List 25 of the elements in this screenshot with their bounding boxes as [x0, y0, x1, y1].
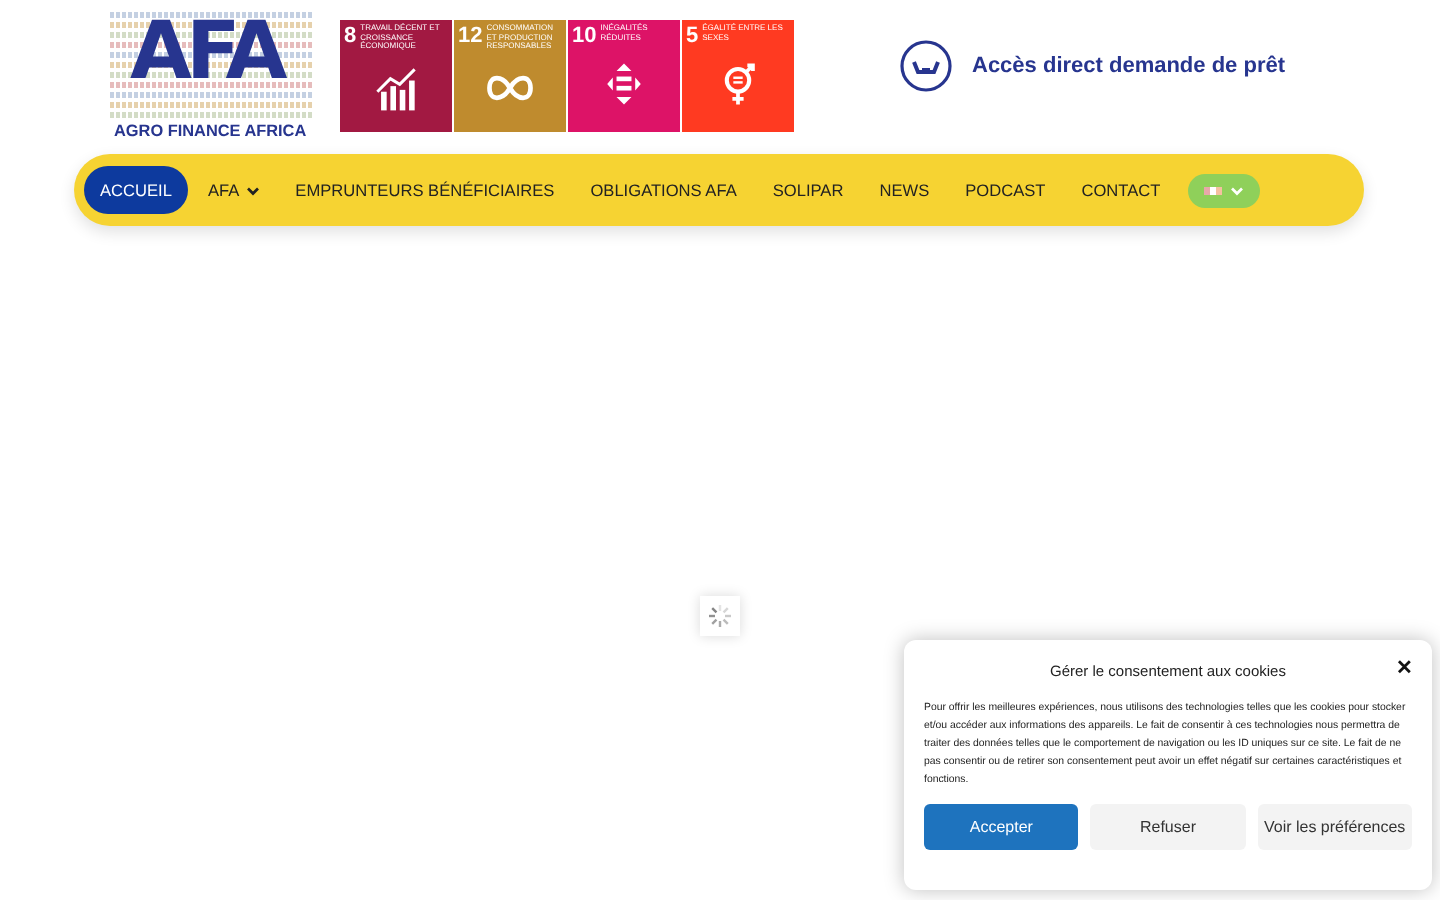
logo-name: AGRO FINANCE AFRICA	[114, 121, 307, 141]
hands-icon	[900, 39, 952, 91]
goal-number: 5	[686, 24, 699, 48]
goal-number: 8	[344, 24, 357, 52]
nav-item[interactable]: OBLIGATIONS AFA	[574, 166, 753, 214]
caret-icon	[1230, 185, 1245, 195]
accept-button[interactable]: Accepter	[924, 804, 1079, 850]
nav-item[interactable]: ACCUEIL	[84, 166, 188, 214]
loan-request-link[interactable]: Accès direct demande de prêt	[900, 39, 1286, 91]
nav-item[interactable]: AFA	[191, 166, 276, 214]
goal-number: 10	[572, 24, 597, 48]
nav-item[interactable]: NEWS	[863, 166, 946, 214]
nav-item[interactable]: CONTACT	[1065, 166, 1177, 214]
nav-item[interactable]: PODCAST	[949, 166, 1062, 214]
goal-number: 12	[458, 24, 483, 52]
nav-item[interactable]: SOLIPAR	[756, 166, 860, 214]
cookie-button[interactable]: Refuser	[1090, 804, 1246, 850]
nav-item[interactable]: EMPRUNTEURS BÉNÉFICIAIRES	[279, 166, 571, 214]
loading-spinner-icon	[700, 596, 740, 636]
logo-background[interactable]: AFA AGRO FINANCE AFRICA	[110, 9, 314, 141]
language-button[interactable]	[1188, 173, 1261, 207]
cookie-button[interactable]: Voir les préférences	[1257, 804, 1412, 850]
flag-icon	[1204, 185, 1223, 195]
logo-initials: AFA	[130, 3, 282, 99]
close-button[interactable]: ✕	[1396, 656, 1412, 680]
